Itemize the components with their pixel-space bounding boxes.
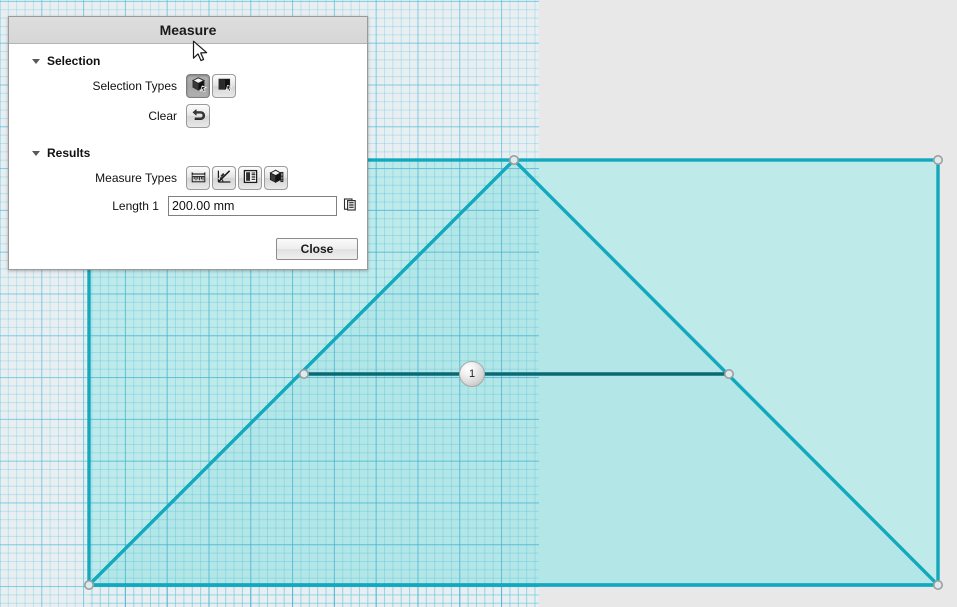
dialog-titlebar[interactable]: Measure xyxy=(9,17,367,44)
vertex-marker[interactable] xyxy=(932,579,943,590)
vertex-marker[interactable] xyxy=(932,155,943,166)
dialog-body: Selection Selection Types Clear Results … xyxy=(9,44,367,269)
clear-button-group xyxy=(186,104,210,128)
row-selection-types: Selection Types xyxy=(18,74,358,98)
measure-length-ruler-icon xyxy=(190,168,207,188)
measure-volume-icon xyxy=(268,168,285,188)
measurement-balloon[interactable]: 1 xyxy=(459,361,485,387)
application-root: 1 Measure Selection Selection Types Clea… xyxy=(0,0,957,607)
measure-area-button[interactable] xyxy=(238,166,262,190)
section-label-results: Results xyxy=(47,146,91,160)
measure-area-icon xyxy=(242,168,259,188)
section-label-selection: Selection xyxy=(47,54,101,68)
copy-to-clipboard-icon xyxy=(343,197,358,215)
select-face-button[interactable] xyxy=(212,74,236,98)
label-clear: Clear xyxy=(148,109,177,123)
chevron-down-icon xyxy=(32,150,40,156)
select-solid-icon xyxy=(190,76,207,96)
measure-angle-button[interactable] xyxy=(212,166,236,190)
dialog-title: Measure xyxy=(159,22,217,38)
length-1-input[interactable] xyxy=(167,196,337,216)
vertex-marker[interactable] xyxy=(723,368,734,379)
section-header-results[interactable]: Results xyxy=(32,146,358,160)
vertex-marker[interactable] xyxy=(298,368,309,379)
dialog-footer: Close xyxy=(18,238,358,260)
label-length-1: Length 1 xyxy=(112,199,159,213)
select-face-icon xyxy=(216,76,233,96)
selection-types-button-group xyxy=(186,74,236,98)
clear-undo-arrow-icon xyxy=(190,106,207,126)
label-measure-types: Measure Types xyxy=(95,171,177,185)
section-header-selection[interactable]: Selection xyxy=(32,54,358,68)
vertex-marker[interactable] xyxy=(84,579,95,590)
measure-dialog[interactable]: Measure Selection Selection Types Clear … xyxy=(8,16,368,270)
measurement-balloon-label: 1 xyxy=(468,368,476,380)
chevron-down-icon xyxy=(32,58,40,64)
clear-button[interactable] xyxy=(186,104,210,128)
copy-length-button[interactable] xyxy=(343,198,358,215)
row-measure-types: Measure Types xyxy=(18,166,358,190)
measure-volume-button[interactable] xyxy=(264,166,288,190)
row-length: Length 1 xyxy=(18,196,358,216)
row-clear: Clear xyxy=(18,104,358,128)
measure-types-button-group xyxy=(186,166,288,190)
measure-angle-icon xyxy=(216,168,233,188)
vertex-marker[interactable] xyxy=(508,155,519,166)
select-solid-button[interactable] xyxy=(186,74,210,98)
measure-length-button[interactable] xyxy=(186,166,210,190)
label-selection-types: Selection Types xyxy=(92,79,178,93)
close-button[interactable]: Close xyxy=(276,238,358,260)
